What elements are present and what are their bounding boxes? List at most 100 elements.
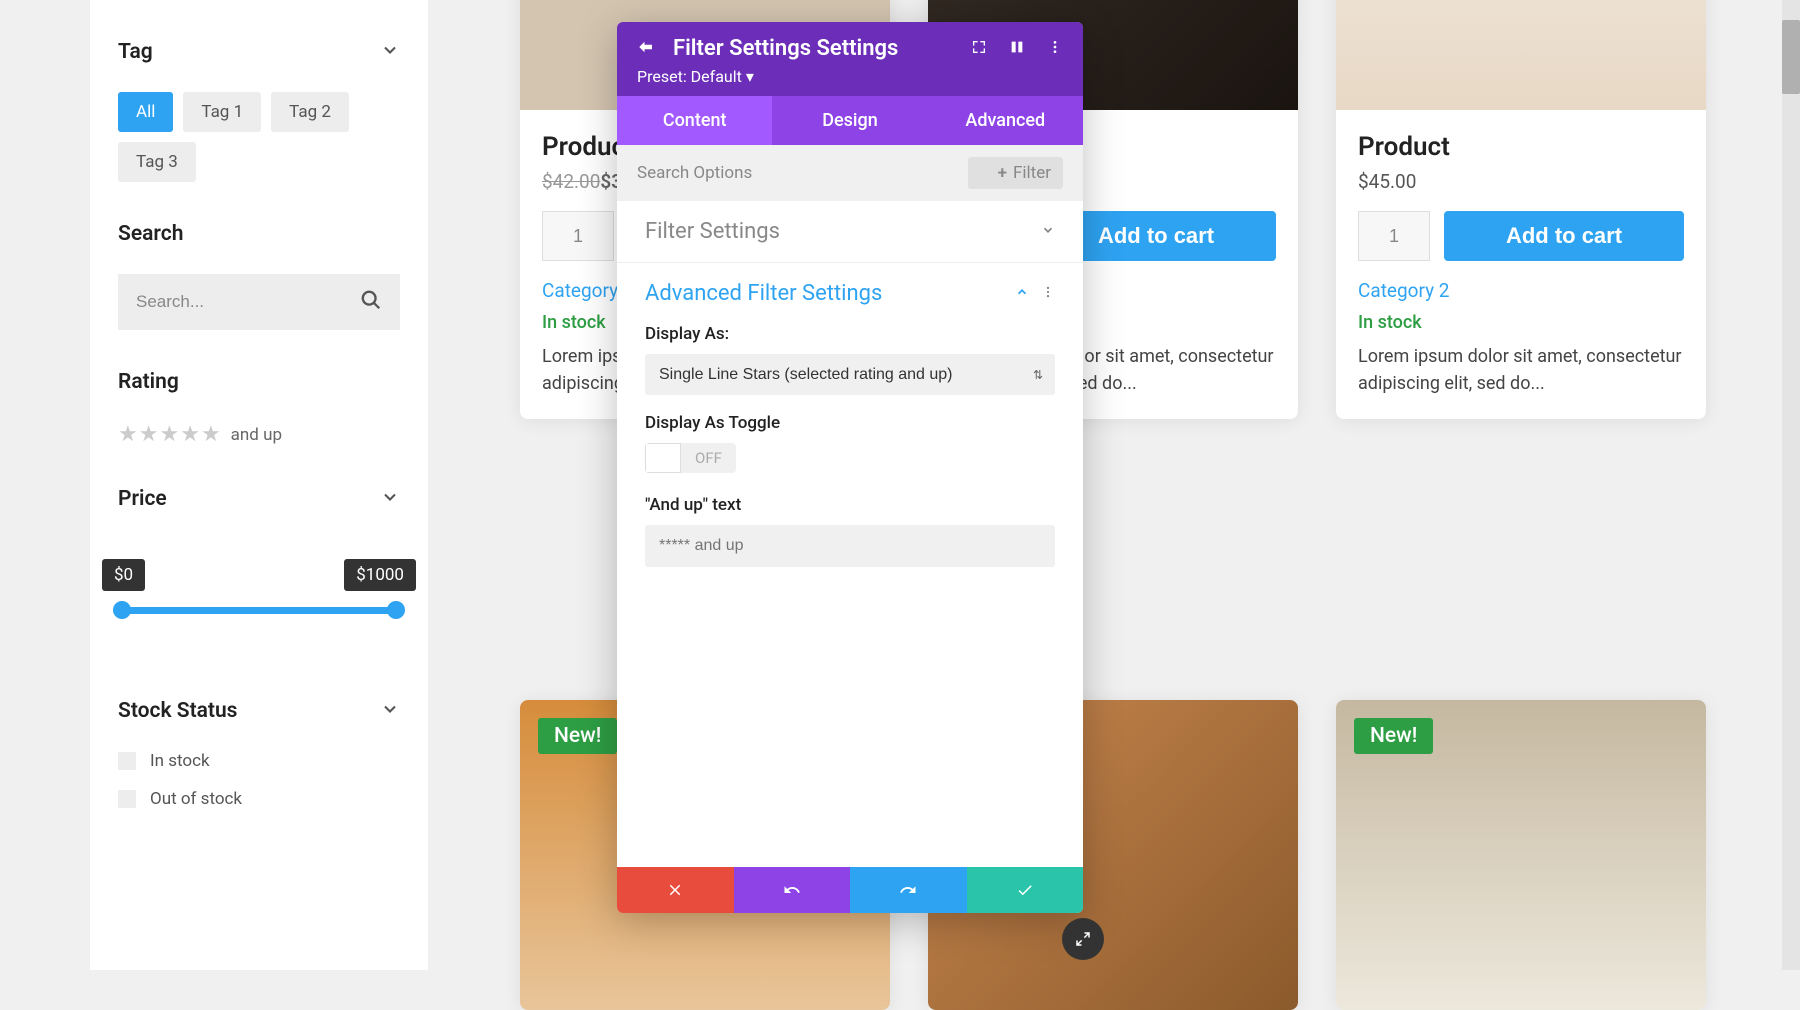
stock-label: In stock	[150, 751, 210, 771]
undo-button[interactable]	[734, 867, 851, 913]
tag-header[interactable]: Tag	[118, 40, 400, 64]
tag-chip-all[interactable]: All	[118, 92, 173, 132]
advanced-filter-section[interactable]: Advanced Filter Settings	[617, 263, 1083, 306]
modal-search-bar: Search Options + Filter	[617, 145, 1083, 201]
columns-icon[interactable]	[1009, 39, 1025, 59]
chevron-down-icon	[1041, 222, 1055, 241]
slider-handle-max[interactable]	[387, 601, 405, 619]
checkbox[interactable]	[118, 790, 136, 808]
product-category[interactable]: Category 2	[1358, 279, 1684, 302]
price-old: $42.00	[542, 170, 600, 193]
preset-selector[interactable]: Preset: Default ▾	[637, 67, 1063, 86]
tab-design[interactable]: Design	[772, 96, 927, 145]
quantity-input[interactable]	[1358, 211, 1430, 261]
chevron-down-icon	[380, 487, 400, 511]
star-icon: ★	[139, 422, 159, 447]
display-as-select[interactable]: Single Line Stars (selected rating and u…	[645, 354, 1055, 395]
product-card[interactable]: Product $45.00 Add to cart Category 2 In…	[1336, 0, 1706, 419]
expand-fab[interactable]	[1062, 918, 1104, 960]
more-vertical-icon[interactable]	[1041, 284, 1055, 303]
tag-chip-3[interactable]: Tag 3	[118, 142, 196, 182]
stock-label: Out of stock	[150, 789, 242, 809]
checkbox[interactable]	[118, 752, 136, 770]
price-header[interactable]: Price	[118, 487, 400, 511]
stock-header[interactable]: Stock Status	[118, 699, 400, 723]
price-title: Price	[118, 487, 167, 511]
product-card[interactable]: New!	[1336, 700, 1706, 1010]
modal-footer	[617, 867, 1083, 913]
toggle-knob	[645, 443, 681, 473]
more-vertical-icon[interactable]	[1047, 39, 1063, 59]
search-icon[interactable]	[360, 289, 382, 315]
toggle-state: OFF	[681, 449, 736, 467]
product-stock: In stock	[1358, 312, 1684, 333]
price-max-badge: $1000	[344, 559, 416, 591]
rating-section: Rating ★ ★ ★ ★ ★ and up	[118, 370, 400, 447]
redo-button[interactable]	[850, 867, 967, 913]
search-options-placeholder[interactable]: Search Options	[637, 163, 968, 183]
stock-option-outofstock[interactable]: Out of stock	[118, 789, 400, 809]
page-scrollbar[interactable]	[1782, 0, 1800, 970]
field-label: Display As Toggle	[645, 413, 1055, 433]
filter-settings-section[interactable]: Filter Settings	[617, 201, 1083, 263]
search-title: Search	[118, 222, 400, 246]
andup-text-field: "And up" text	[645, 495, 1055, 567]
filter-settings-modal: Filter Settings Settings Preset: Default…	[617, 22, 1083, 913]
field-label: "And up" text	[645, 495, 1055, 515]
price-min-badge: $0	[102, 559, 145, 591]
toggle-switch[interactable]: OFF	[645, 443, 736, 473]
star-icon: ★	[159, 422, 179, 447]
cancel-button[interactable]	[617, 867, 734, 913]
rating-filter-row[interactable]: ★ ★ ★ ★ ★ and up	[118, 422, 400, 447]
modal-title: Filter Settings Settings	[673, 36, 953, 61]
field-label: Display As:	[645, 324, 1055, 344]
product-description: Lorem ipsum dolor sit amet, consectetur …	[1358, 343, 1684, 397]
section-title: Filter Settings	[645, 219, 780, 244]
new-badge: New!	[538, 718, 617, 754]
star-icon: ★	[180, 422, 200, 447]
product-image: New!	[1336, 700, 1706, 1010]
tab-content[interactable]: Content	[617, 96, 772, 145]
price-range-slider[interactable]: $0 $1000	[118, 559, 400, 619]
stock-option-instock[interactable]: In stock	[118, 751, 400, 771]
andup-text-input[interactable]	[645, 525, 1055, 567]
star-icon: ★	[201, 422, 221, 447]
expand-icon[interactable]	[971, 39, 987, 59]
filter-button-label: Filter	[1013, 163, 1051, 183]
stock-section: Stock Status In stock Out of stock	[118, 699, 400, 809]
confirm-button[interactable]	[967, 867, 1084, 913]
price-new: $45.00	[1358, 170, 1416, 193]
scrollbar-thumb[interactable]	[1782, 20, 1800, 94]
search-input[interactable]	[136, 292, 360, 312]
rating-title: Rating	[118, 370, 400, 394]
filter-sidebar: Tag All Tag 1 Tag 2 Tag 3 Search Rating …	[90, 0, 428, 970]
rating-suffix: and up	[231, 425, 282, 445]
star-icon: ★	[118, 422, 138, 447]
quantity-input[interactable]	[542, 211, 614, 261]
new-badge: New!	[1354, 718, 1433, 754]
chevron-down-icon	[380, 699, 400, 723]
price-section: Price $0 $1000	[118, 487, 400, 619]
add-to-cart-button[interactable]: Add to cart	[1444, 211, 1684, 261]
chevron-up-icon[interactable]	[1015, 284, 1029, 303]
modal-tabs: Content Design Advanced	[617, 96, 1083, 145]
slider-handle-min[interactable]	[113, 601, 131, 619]
back-icon[interactable]	[637, 38, 655, 60]
tag-chip-2[interactable]: Tag 2	[271, 92, 349, 132]
product-title: Product	[1358, 132, 1684, 162]
tag-chip-1[interactable]: Tag 1	[183, 92, 261, 132]
stock-title: Stock Status	[118, 699, 237, 723]
star-rating: ★ ★ ★ ★ ★	[118, 422, 221, 447]
product-image	[1336, 0, 1706, 110]
display-as-toggle-field: Display As Toggle OFF	[645, 413, 1055, 477]
section-title: Advanced Filter Settings	[645, 281, 882, 306]
modal-header: Filter Settings Settings Preset: Default…	[617, 22, 1083, 96]
tag-title: Tag	[118, 40, 153, 64]
tag-section: Tag All Tag 1 Tag 2 Tag 3	[118, 40, 400, 182]
slider-track	[118, 607, 400, 614]
filter-button[interactable]: + Filter	[968, 157, 1063, 189]
tab-advanced[interactable]: Advanced	[928, 96, 1083, 145]
modal-body: Display As: Single Line Stars (selected …	[617, 324, 1083, 587]
chevron-down-icon	[380, 40, 400, 64]
search-box[interactable]	[118, 274, 400, 330]
